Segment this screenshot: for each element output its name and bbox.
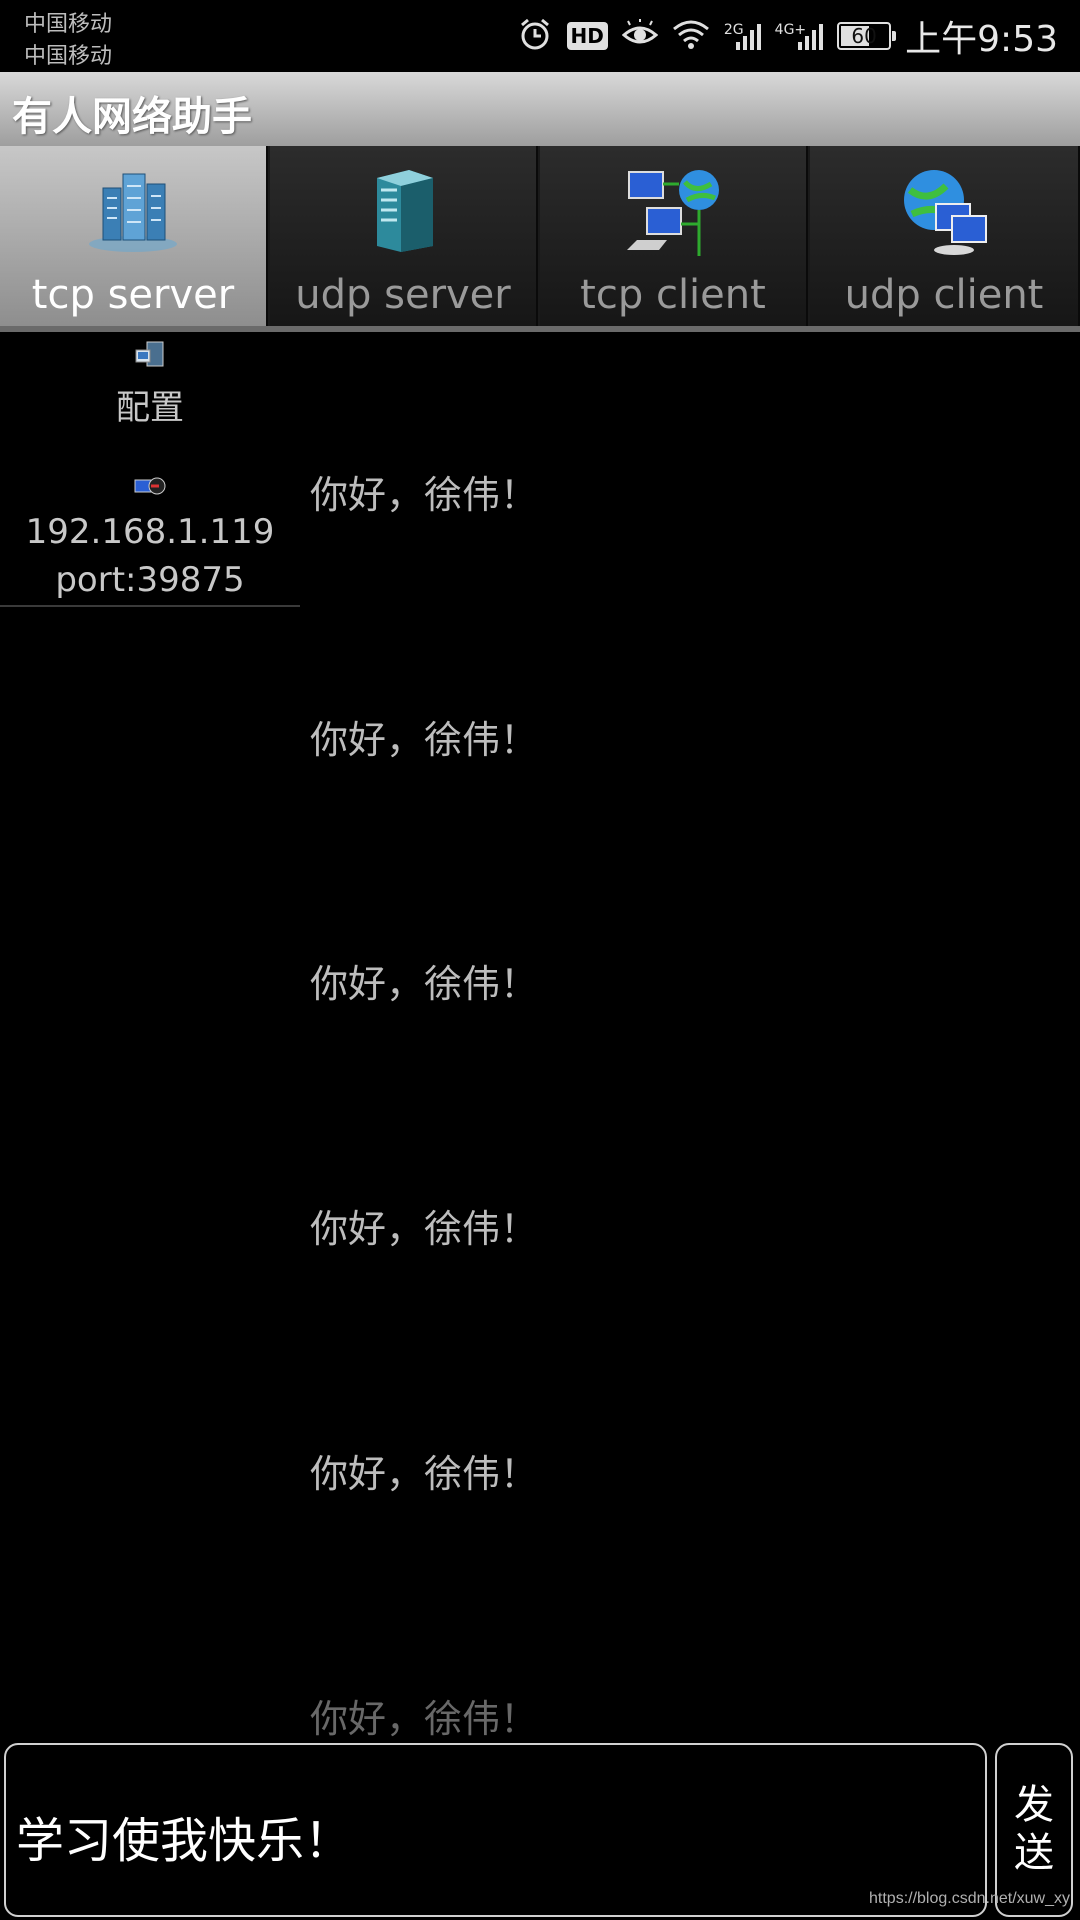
send-button-label: 发 送 bbox=[1014, 1782, 1054, 1876]
message-item: 你好，徐伟！ bbox=[310, 1207, 539, 1251]
server-cluster-icon bbox=[85, 164, 181, 258]
connected-client-icon bbox=[133, 474, 167, 502]
watermark: https://blog.csdn.net/xuw_xy bbox=[869, 1890, 1070, 1907]
carrier-2: 中国移动 bbox=[24, 44, 113, 69]
message-item: 你好，徐伟！ bbox=[310, 1697, 539, 1741]
network-computers-globe-icon bbox=[623, 164, 723, 264]
tab-udp-server-label: udp server bbox=[295, 272, 511, 318]
clock-time: 上午9:53 bbox=[905, 19, 1058, 60]
client-port[interactable]: port:39875 bbox=[0, 560, 300, 600]
message-item: 你好，徐伟！ bbox=[310, 473, 539, 517]
network-type-2g: 2G bbox=[723, 22, 744, 38]
config-icon[interactable] bbox=[133, 340, 167, 374]
signal-2g-icon: 2G bbox=[724, 22, 761, 50]
battery-icon: 60 bbox=[837, 22, 897, 50]
client-ip[interactable]: 192.168.1.119 bbox=[0, 512, 300, 552]
globe-computers-icon bbox=[894, 164, 994, 264]
status-bar: 中国移动 中国移动 HD 2G 4G+ 60 上午9:53 bbox=[0, 0, 1080, 72]
alarm-icon bbox=[517, 16, 553, 56]
eye-comfort-icon bbox=[621, 19, 659, 53]
message-input-value: 学习使我快乐！ bbox=[16, 1813, 353, 1869]
signal-4g-icon: 4G+ bbox=[775, 22, 824, 50]
tab-tcp-server-label: tcp server bbox=[31, 272, 235, 318]
battery-level: 60 bbox=[851, 24, 877, 48]
message-input[interactable]: 学习使我快乐！ bbox=[4, 1743, 987, 1917]
wifi-icon bbox=[672, 19, 710, 53]
tab-bar: tcp server udp server tcp client udp cli… bbox=[0, 146, 1080, 332]
sidebar-divider bbox=[0, 605, 300, 607]
tab-tcp-server[interactable]: tcp server bbox=[0, 146, 268, 326]
carrier-1: 中国移动 bbox=[24, 12, 113, 37]
tab-tcp-client-label: tcp client bbox=[580, 272, 766, 318]
tab-udp-client[interactable]: udp client bbox=[810, 146, 1080, 326]
hd-icon: HD bbox=[566, 22, 608, 50]
tab-udp-server[interactable]: udp server bbox=[270, 146, 538, 326]
config-label[interactable]: 配置 bbox=[0, 380, 300, 429]
network-type-4g: 4G+ bbox=[774, 22, 807, 38]
server-tower-icon bbox=[363, 164, 443, 258]
tab-udp-client-label: udp client bbox=[844, 272, 1044, 318]
message-item: 你好，徐伟！ bbox=[310, 1452, 539, 1496]
client-sidebar: 配置 192.168.1.119 port:39875 bbox=[0, 332, 300, 607]
app-title: 有人网络助手 bbox=[12, 94, 252, 140]
message-item: 你好，徐伟！ bbox=[310, 718, 539, 762]
message-item: 你好，徐伟！ bbox=[310, 962, 539, 1006]
tab-tcp-client[interactable]: tcp client bbox=[540, 146, 808, 326]
app-title-bar: 有人网络助手 bbox=[0, 72, 1080, 148]
